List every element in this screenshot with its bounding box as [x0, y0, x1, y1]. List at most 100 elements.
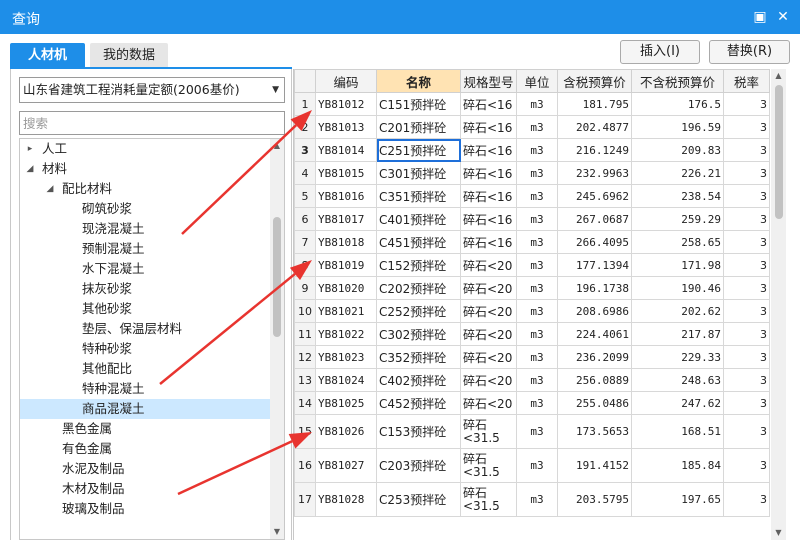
- tree-node[interactable]: 木材及制品: [20, 479, 272, 499]
- close-icon[interactable]: ✕: [773, 7, 793, 27]
- cell-price-notax[interactable]: 217.87: [631, 322, 724, 346]
- expand-icon[interactable]: ▸: [24, 139, 36, 159]
- tree-scroll-thumb[interactable]: [273, 217, 281, 337]
- row-number[interactable]: 5: [294, 184, 316, 208]
- column-header[interactable]: 名称: [376, 69, 461, 93]
- cell-tax-rate[interactable]: 3: [723, 482, 770, 517]
- cell-name[interactable]: C351预拌砼: [376, 184, 461, 208]
- tree-node[interactable]: ▸ 人工: [20, 139, 272, 159]
- cell-price-notax[interactable]: 196.59: [631, 115, 724, 139]
- cell-spec[interactable]: 碎石<16: [460, 207, 517, 231]
- cell-spec[interactable]: 碎石<20: [460, 322, 517, 346]
- tree-scrollbar[interactable]: ▲ ▼: [270, 139, 284, 539]
- cell-code[interactable]: YB81019: [315, 253, 377, 277]
- cell-code[interactable]: YB81018: [315, 230, 377, 254]
- cell-spec[interactable]: 碎石<20: [460, 391, 517, 415]
- column-header[interactable]: 不含税预算价: [631, 69, 724, 93]
- tree-node[interactable]: 其他配比: [20, 359, 272, 379]
- cell-tax-rate[interactable]: 3: [723, 184, 770, 208]
- scroll-up-icon[interactable]: ▲: [771, 69, 786, 83]
- cell-code[interactable]: YB81016: [315, 184, 377, 208]
- cell-price-tax[interactable]: 191.4152: [557, 448, 632, 483]
- cell-unit[interactable]: m3: [516, 276, 558, 300]
- cell-price-notax[interactable]: 202.62: [631, 299, 724, 323]
- row-number[interactable]: 1: [294, 92, 316, 116]
- tree-node[interactable]: 其他砂浆: [20, 299, 272, 319]
- row-number[interactable]: 10: [294, 299, 316, 323]
- tree-node[interactable]: 黑色金属: [20, 419, 272, 439]
- table-row[interactable]: 12 YB81023 C352预拌砼 碎石<20 m3 236.2099 229.33 3: [294, 345, 770, 369]
- cell-price-tax[interactable]: 267.0687: [557, 207, 632, 231]
- cell-unit[interactable]: m3: [516, 482, 558, 517]
- row-number[interactable]: 2: [294, 115, 316, 139]
- cell-unit[interactable]: m3: [516, 345, 558, 369]
- cell-price-notax[interactable]: 209.83: [631, 138, 724, 162]
- cell-spec[interactable]: 碎石<20: [460, 345, 517, 369]
- cell-tax-rate[interactable]: 3: [723, 207, 770, 231]
- cell-price-notax[interactable]: 259.29: [631, 207, 724, 231]
- table-row[interactable]: 6 YB81017 C401预拌砼 碎石<16 m3 267.0687 259.29 3: [294, 207, 770, 231]
- cell-price-tax[interactable]: 256.0889: [557, 368, 632, 392]
- tree-node[interactable]: 水泥及制品: [20, 459, 272, 479]
- cell-tax-rate[interactable]: 3: [723, 92, 770, 116]
- column-header[interactable]: 规格型号: [460, 69, 517, 93]
- cell-name[interactable]: C201预拌砼: [376, 115, 461, 139]
- cell-spec[interactable]: 碎石<20: [460, 253, 517, 277]
- cell-tax-rate[interactable]: 3: [723, 115, 770, 139]
- cell-price-tax[interactable]: 177.1394: [557, 253, 632, 277]
- cell-price-notax[interactable]: 171.98: [631, 253, 724, 277]
- cell-name[interactable]: C151预拌砼: [376, 92, 461, 116]
- row-number[interactable]: 7: [294, 230, 316, 254]
- cell-price-tax[interactable]: 266.4095: [557, 230, 632, 254]
- grid-scrollbar[interactable]: ▲ ▼: [771, 69, 786, 540]
- cell-unit[interactable]: m3: [516, 161, 558, 185]
- cell-price-notax[interactable]: 226.21: [631, 161, 724, 185]
- grid-scroll-thumb[interactable]: [775, 85, 783, 219]
- row-number[interactable]: 14: [294, 391, 316, 415]
- cell-unit[interactable]: m3: [516, 230, 558, 254]
- cell-price-notax[interactable]: 190.46: [631, 276, 724, 300]
- row-number[interactable]: 12: [294, 345, 316, 369]
- cell-price-tax[interactable]: 255.0486: [557, 391, 632, 415]
- cell-name[interactable]: C251预拌砼: [376, 138, 461, 162]
- cell-unit[interactable]: m3: [516, 207, 558, 231]
- cell-name[interactable]: C202预拌砼: [376, 276, 461, 300]
- cell-spec[interactable]: 碎石<16: [460, 92, 517, 116]
- cell-name[interactable]: C302预拌砼: [376, 322, 461, 346]
- column-header[interactable]: 编码: [315, 69, 377, 93]
- cell-price-tax[interactable]: 216.1249: [557, 138, 632, 162]
- cell-name[interactable]: C352预拌砼: [376, 345, 461, 369]
- cell-spec[interactable]: 碎石<31.5: [460, 414, 517, 449]
- table-row[interactable]: 1 YB81012 C151预拌砼 碎石<16 m3 181.795 176.5 3: [294, 92, 770, 116]
- collapse-icon[interactable]: ◢: [24, 159, 36, 179]
- cell-spec[interactable]: 碎石<31.5: [460, 448, 517, 483]
- table-row[interactable]: 11 YB81022 C302预拌砼 碎石<20 m3 224.4061 217.87 3: [294, 322, 770, 346]
- table-row[interactable]: 7 YB81018 C451预拌砼 碎石<16 m3 266.4095 258.65 3: [294, 230, 770, 254]
- cell-unit[interactable]: m3: [516, 184, 558, 208]
- cell-price-tax[interactable]: 232.9963: [557, 161, 632, 185]
- cell-tax-rate[interactable]: 3: [723, 322, 770, 346]
- restore-icon[interactable]: ▣: [750, 7, 770, 27]
- cell-tax-rate[interactable]: 3: [723, 368, 770, 392]
- cell-tax-rate[interactable]: 3: [723, 414, 770, 449]
- cell-name[interactable]: C153预拌砼: [376, 414, 461, 449]
- tree-node[interactable]: ◢ 配比材料: [20, 179, 272, 199]
- table-row[interactable]: 3 YB81014 C251预拌砼 碎石<16 m3 216.1249 209.83 3: [294, 138, 770, 162]
- cell-code[interactable]: YB81017: [315, 207, 377, 231]
- cell-price-tax[interactable]: 208.6986: [557, 299, 632, 323]
- row-number[interactable]: 3: [294, 138, 316, 162]
- tree-node[interactable]: 抹灰砂浆: [20, 279, 272, 299]
- cell-code[interactable]: YB81015: [315, 161, 377, 185]
- scroll-down-icon[interactable]: ▼: [771, 526, 786, 540]
- cell-name[interactable]: C451预拌砼: [376, 230, 461, 254]
- cell-unit[interactable]: m3: [516, 92, 558, 116]
- cell-name[interactable]: C301预拌砼: [376, 161, 461, 185]
- cell-name[interactable]: C252预拌砼: [376, 299, 461, 323]
- table-row[interactable]: 15 YB81026 C153预拌砼 碎石<31.5 m3 173.5653 168.51 3: [294, 414, 770, 449]
- cell-spec[interactable]: 碎石<20: [460, 368, 517, 392]
- cell-unit[interactable]: m3: [516, 115, 558, 139]
- cell-name[interactable]: C203预拌砼: [376, 448, 461, 483]
- table-row[interactable]: 8 YB81019 C152预拌砼 碎石<20 m3 177.1394 171.98 3: [294, 253, 770, 277]
- cell-unit[interactable]: m3: [516, 322, 558, 346]
- cell-tax-rate[interactable]: 3: [723, 276, 770, 300]
